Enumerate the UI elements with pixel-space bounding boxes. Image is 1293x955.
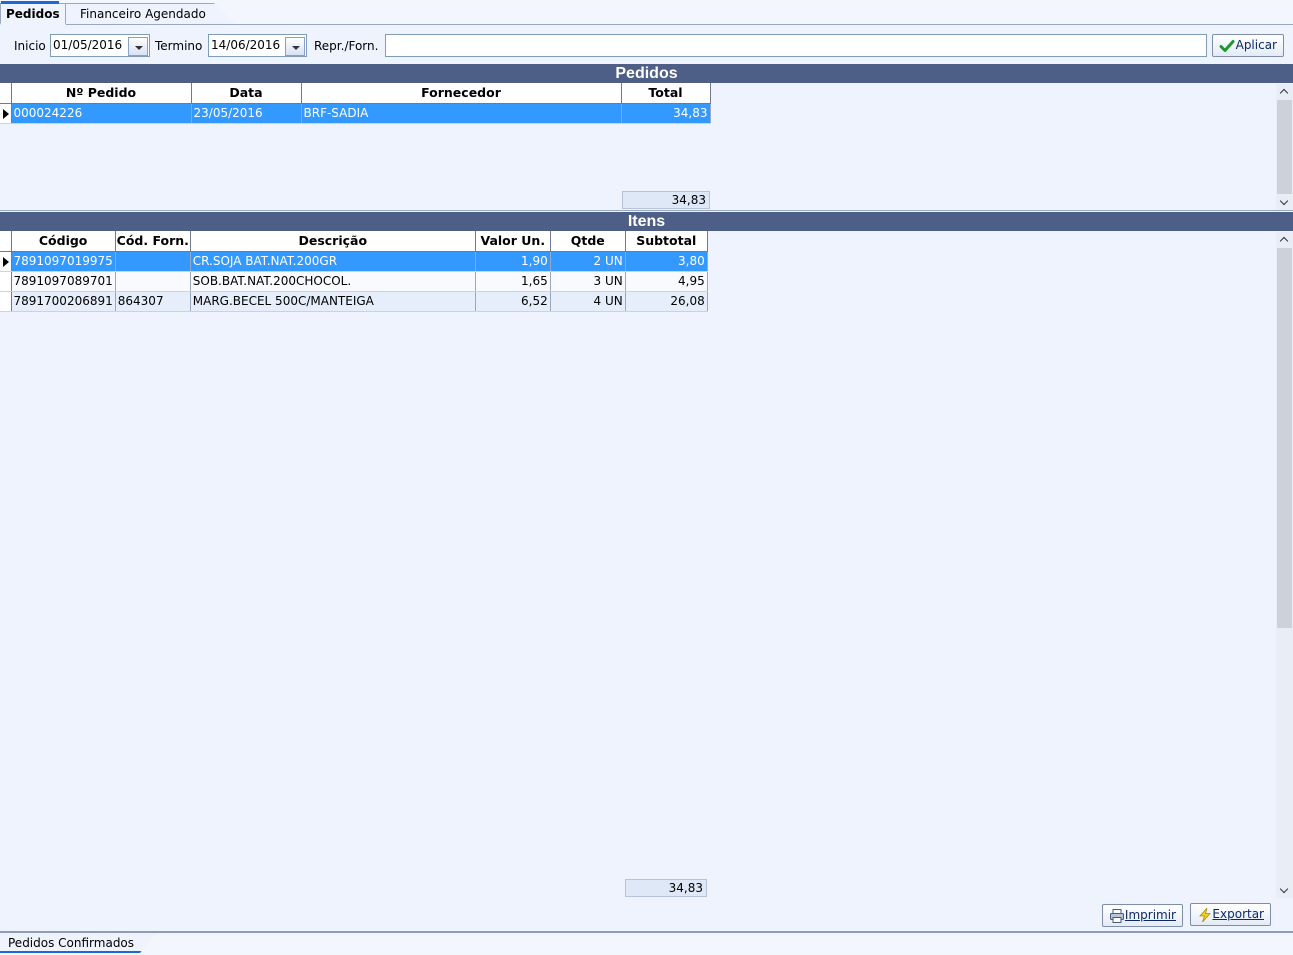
inicio-date-value: 01/05/2016 [53,38,123,52]
scroll-up-icon[interactable] [1276,232,1293,247]
cell-qtde[interactable]: 2 UN [550,251,626,272]
cell-numero[interactable]: 000024226 [11,103,192,124]
row-indicator-header [0,231,12,252]
col-header-qtde[interactable]: Qtde [550,231,626,252]
col-header-subtotal[interactable]: Subtotal [625,231,708,252]
repr-forn-input[interactable] [385,34,1207,57]
col-header-descricao[interactable]: Descrição [190,231,476,252]
imprimir-label: Imprimir [1124,908,1176,922]
cell-descricao[interactable]: MARG.BECEL 500C/MANTEIGA [190,291,476,312]
col-header-total[interactable]: Total [621,83,711,104]
pedidos-sum-total: 34,83 [622,191,710,209]
inicio-date-field[interactable]: 01/05/2016 [50,34,150,57]
cell-subtotal[interactable]: 3,80 [625,251,708,272]
tab-pedidos-confirmados[interactable]: Pedidos Confirmados [0,933,156,953]
cell-valor-un[interactable]: 1,90 [475,251,551,272]
table-row[interactable]: 7891097089701 SOB.BAT.NAT.200CHOCOL. 1,6… [0,271,708,292]
tab-pedidos[interactable]: Pedidos [0,1,66,25]
scroll-thumb[interactable] [1277,248,1292,628]
exportar-label: Exportar [1212,907,1264,921]
exportar-button[interactable]: Exportar [1190,903,1271,926]
repr-forn-label: Repr./Forn. [314,39,379,53]
scroll-thumb[interactable] [1277,100,1292,194]
chevron-down-icon[interactable] [285,37,305,56]
itens-sum-total: 34,83 [625,879,707,897]
pedidos-grid: Nº Pedido Data Fornecedor Total 00002422… [0,83,711,124]
col-header-data[interactable]: Data [191,83,302,104]
row-indicator [0,291,12,312]
cell-total[interactable]: 34,83 [621,103,711,124]
row-indicator-header [0,83,12,104]
cell-codigo[interactable]: 7891097019975 [11,251,116,272]
col-header-numero[interactable]: Nº Pedido [11,83,192,104]
cell-data[interactable]: 23/05/2016 [191,103,302,124]
row-indicator [0,103,12,124]
cell-fornecedor[interactable]: BRF-SADIA [301,103,622,124]
cell-codigo[interactable]: 7891097089701 [11,271,116,292]
cell-cod-forn[interactable]: 864307 [115,291,191,312]
itens-scrollbar[interactable] [1276,232,1293,898]
chevron-down-icon[interactable] [128,37,148,56]
cell-cod-forn[interactable] [115,271,191,292]
aplicar-label: Aplicar [1235,38,1277,52]
itens-section-header: Itens [0,212,1293,231]
check-icon [1219,40,1235,52]
pedidos-section-header: Pedidos [0,64,1293,83]
cell-subtotal[interactable]: 4,95 [625,271,708,292]
tab-financeiro-agendado[interactable]: Financeiro Agendado [64,3,236,25]
cell-descricao[interactable]: SOB.BAT.NAT.200CHOCOL. [190,271,476,292]
pedidos-scrollbar[interactable] [1276,84,1293,210]
col-header-valor-un[interactable]: Valor Un. [475,231,551,252]
table-row[interactable]: 000024226 23/05/2016 BRF-SADIA 34,83 [0,103,711,124]
cell-descricao[interactable]: CR.SOJA BAT.NAT.200GR [190,251,476,272]
printer-icon [1110,909,1124,923]
filter-bar: Inicio 01/05/2016 Termino 14/06/2016 Rep… [0,32,1293,60]
cell-valor-un[interactable]: 6,52 [475,291,551,312]
cell-subtotal[interactable]: 26,08 [625,291,708,312]
termino-date-field[interactable]: 14/06/2016 [208,34,307,57]
aplicar-button[interactable]: Aplicar [1212,34,1284,57]
scroll-down-icon[interactable] [1276,195,1293,210]
termino-date-value: 14/06/2016 [211,38,281,52]
cell-codigo[interactable]: 7891700206891 [11,291,116,312]
col-header-fornecedor[interactable]: Fornecedor [301,83,622,104]
lightning-icon [1199,907,1211,923]
col-header-cod-forn[interactable]: Cód. Forn. [115,231,191,252]
table-row[interactable]: 7891700206891 864307 MARG.BECEL 500C/MAN… [0,291,708,312]
table-row[interactable]: 7891097019975 CR.SOJA BAT.NAT.200GR 1,90… [0,251,708,272]
cell-qtde[interactable]: 4 UN [550,291,626,312]
row-indicator [0,251,12,272]
top-tab-bar: Pedidos Financeiro Agendado [0,0,1293,25]
scroll-down-icon[interactable] [1276,883,1293,898]
scroll-up-icon[interactable] [1276,84,1293,99]
termino-label: Termino [155,39,203,53]
imprimir-button[interactable]: Imprimir [1102,904,1183,927]
splitter[interactable] [0,210,1293,211]
row-indicator [0,271,12,292]
col-header-codigo[interactable]: Código [11,231,116,252]
inicio-label: Inicio [14,39,46,53]
cell-cod-forn[interactable] [115,251,191,272]
row-pointer-icon [3,256,9,267]
cell-valor-un[interactable]: 1,65 [475,271,551,292]
itens-grid: Código Cód. Forn. Descrição Valor Un. Qt… [0,231,708,312]
cell-qtde[interactable]: 3 UN [550,271,626,292]
bottom-tab-bar: Pedidos Confirmados [0,931,1293,955]
row-pointer-icon [3,108,9,119]
